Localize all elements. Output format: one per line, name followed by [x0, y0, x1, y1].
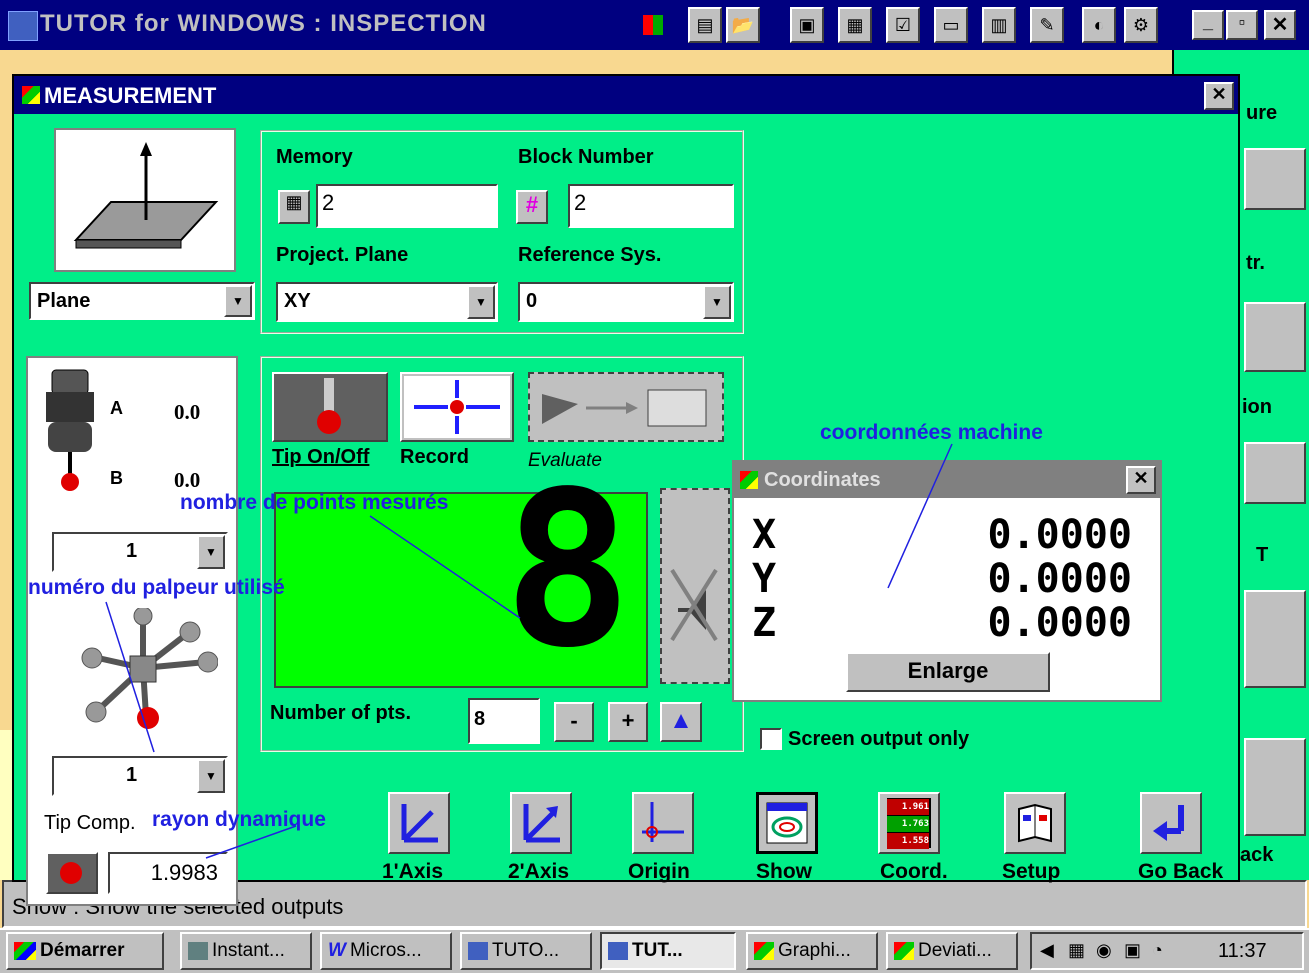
- graphics-icon: [754, 942, 774, 960]
- annotation-radius: rayon dynamique: [152, 808, 326, 831]
- tutor-icon: [468, 942, 488, 960]
- task-label-tutor2: TUT...: [632, 940, 683, 961]
- windows-logo-icon: [14, 942, 36, 960]
- task-tutor1[interactable]: TUTO...: [460, 932, 592, 970]
- system-tray: ◀ ▦ ◉ ▣ ◔ 11:37: [1030, 932, 1304, 970]
- annotation-points: nombre de points mesurés: [180, 491, 449, 514]
- clock: 11:37: [1218, 940, 1267, 962]
- tray-icon-2[interactable]: ◉: [1096, 940, 1112, 961]
- annotation-probe: numéro du palpeur utilisé: [28, 576, 285, 599]
- camera-icon: [188, 942, 208, 960]
- start-button[interactable]: Démarrer: [6, 932, 164, 970]
- deviations-icon: [894, 942, 914, 960]
- annotation-machine: coordonnées machine: [820, 421, 1043, 444]
- tray-icon-3[interactable]: ▣: [1124, 940, 1141, 961]
- task-label-tutor1: TUTO...: [492, 940, 560, 961]
- speaker-icon[interactable]: ◀: [1040, 940, 1054, 961]
- task-label-deviations: Deviati...: [918, 940, 992, 961]
- tray-icon-4[interactable]: ◔: [1152, 940, 1163, 961]
- task-label-graphics: Graphi...: [778, 940, 851, 961]
- start-label: Démarrer: [40, 940, 125, 961]
- task-word[interactable]: W Micros...: [320, 932, 452, 970]
- tray-icon-1[interactable]: ▦: [1068, 940, 1085, 961]
- task-label-instant: Instant...: [212, 940, 285, 961]
- task-label-word: Micros...: [349, 940, 422, 961]
- word-icon: W: [328, 940, 346, 961]
- task-deviations[interactable]: Deviati...: [886, 932, 1018, 970]
- tutor-icon: [608, 942, 628, 960]
- task-tutor2[interactable]: TUT...: [600, 932, 736, 970]
- task-graphics[interactable]: Graphi...: [746, 932, 878, 970]
- task-instant[interactable]: Instant...: [180, 932, 312, 970]
